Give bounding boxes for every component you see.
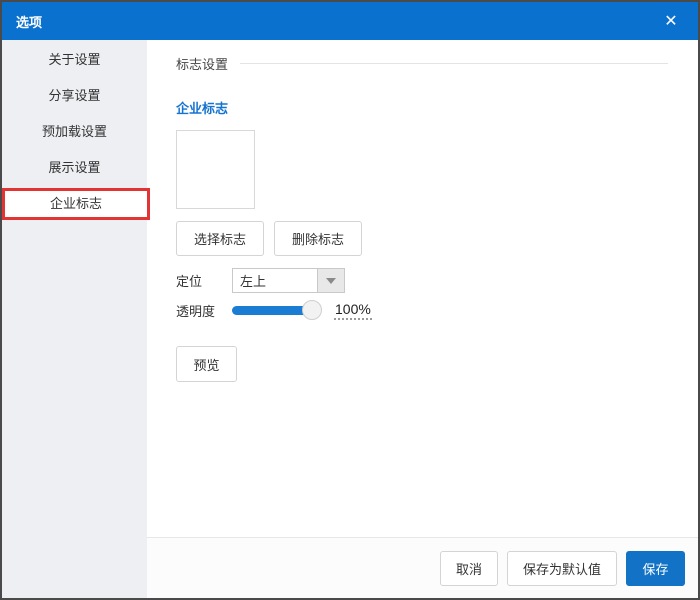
save-as-default-button[interactable]: 保存为默认值 — [507, 550, 617, 586]
sidebar: 关于设置 分享设置 预加载设置 展示设置 企业标志 — [2, 40, 150, 598]
section-divider — [240, 63, 668, 64]
save-button[interactable]: 保存 — [626, 550, 685, 586]
sidebar-item-display-settings[interactable]: 展示设置 — [2, 150, 147, 186]
opacity-label: 透明度 — [176, 303, 216, 319]
opacity-value: 100% — [334, 301, 372, 320]
opacity-row: 透明度 100% — [176, 300, 372, 320]
sidebar-item-preload-settings[interactable]: 预加载设置 — [2, 114, 147, 150]
subsection-title: 企业标志 — [176, 101, 229, 116]
footer: 取消 保存为默认值 保存 — [147, 537, 698, 598]
position-dropdown[interactable]: 左上 — [232, 268, 345, 293]
options-dialog: 选项 ✕ 关于设置 分享设置 预加载设置 展示设置 企业标志 标志设置 企业标志… — [2, 2, 698, 598]
dialog-body: 关于设置 分享设置 预加载设置 展示设置 企业标志 标志设置 企业标志 选择标志… — [2, 40, 698, 598]
opacity-slider[interactable] — [232, 300, 322, 320]
dropdown-arrow-button[interactable] — [317, 269, 344, 292]
sidebar-item-enterprise-logo[interactable]: 企业标志 — [2, 188, 150, 220]
sidebar-item-share-settings[interactable]: 分享设置 — [2, 78, 147, 114]
chevron-down-icon — [326, 277, 336, 284]
cancel-button[interactable]: 取消 — [440, 550, 498, 586]
logo-preview-box — [176, 130, 255, 209]
delete-logo-button[interactable]: 删除标志 — [274, 221, 362, 256]
preview-button[interactable]: 预览 — [176, 346, 237, 382]
logo-buttons-row: 选择标志 删除标志 — [176, 221, 362, 256]
slider-handle[interactable] — [302, 300, 322, 320]
titlebar: 选项 ✕ — [2, 2, 698, 40]
position-dropdown-value: 左上 — [240, 274, 267, 289]
sidebar-item-about-settings[interactable]: 关于设置 — [2, 42, 147, 78]
section-header: 标志设置 — [176, 54, 668, 73]
dialog-title: 选项 — [16, 14, 43, 30]
select-logo-button[interactable]: 选择标志 — [176, 221, 264, 256]
section-title: 标志设置 — [176, 57, 229, 72]
main-content: 标志设置 企业标志 选择标志 删除标志 定位 左上 透明度 100% 预览 取消… — [147, 40, 698, 598]
position-label: 定位 — [176, 274, 203, 289]
close-icon[interactable]: ✕ — [658, 8, 684, 34]
position-row: 定位 左上 — [176, 268, 345, 293]
